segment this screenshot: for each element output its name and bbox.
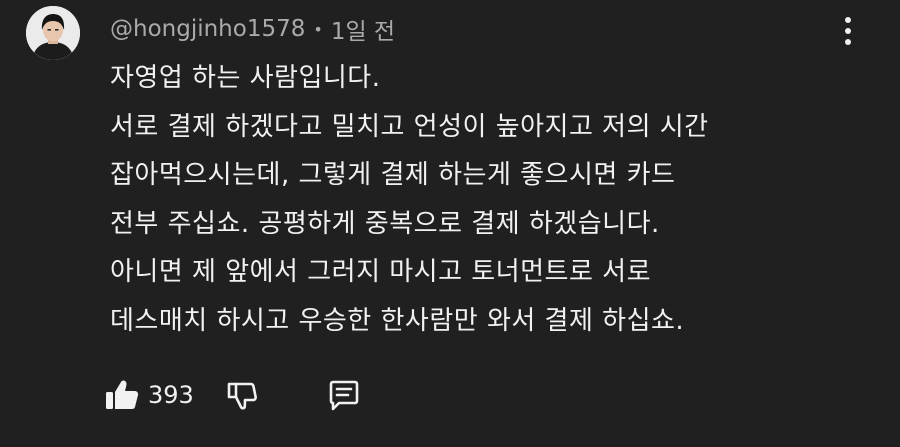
reply-button[interactable] [326,377,362,413]
comment-thread: @hongjinho1578 • 1일 전 자영업 하는 사람입니다. 서로 결… [0,0,900,447]
comment-line: 데스매치 하시고 우승한 한사람만 와서 결제 하십쇼. [110,305,685,336]
like-button[interactable]: 393 [104,377,194,413]
more-options-button[interactable] [832,10,864,52]
comment-text: 자영업 하는 사람입니다. 서로 결제 하겠다고 밀치고 언성이 높아지고 저의… [110,54,880,345]
reply-comment-icon [329,380,359,411]
dislike-button[interactable] [226,378,258,412]
vertical-more-icon [845,17,851,23]
comment-line: 자영업 하는 사람입니다. [110,63,381,93]
thumbs-down-icon [227,382,257,410]
comment-timestamp[interactable]: 1일 전 [331,12,395,46]
comment-header: @hongjinho1578 • 1일 전 [110,12,395,46]
more-icon-dot [845,39,851,45]
author-name[interactable]: @hongjinho1578 [110,16,305,42]
avatar[interactable] [26,6,80,60]
comment-line: 잡아먹으시는데, 그렇게 결제 하는게 좋으시면 카드 [110,160,676,190]
like-count: 393 [148,381,194,409]
thumbs-up-icon [106,380,139,409]
avatar-photo [26,6,80,60]
comment-line: 서로 결제 하겠다고 밀치고 언성이 높아지고 저의 시간 [110,111,709,142]
more-icon-dot [845,28,851,34]
comment-actions: 393 [104,372,362,418]
comment-line: 전부 주십쇼. 공평하게 중복으로 결제 하겠습니다. [110,208,660,239]
comment-line: 아니면 제 앞에서 그러지 마시고 토너먼트로 서로 [110,257,651,287]
header-separator: • [313,19,323,39]
